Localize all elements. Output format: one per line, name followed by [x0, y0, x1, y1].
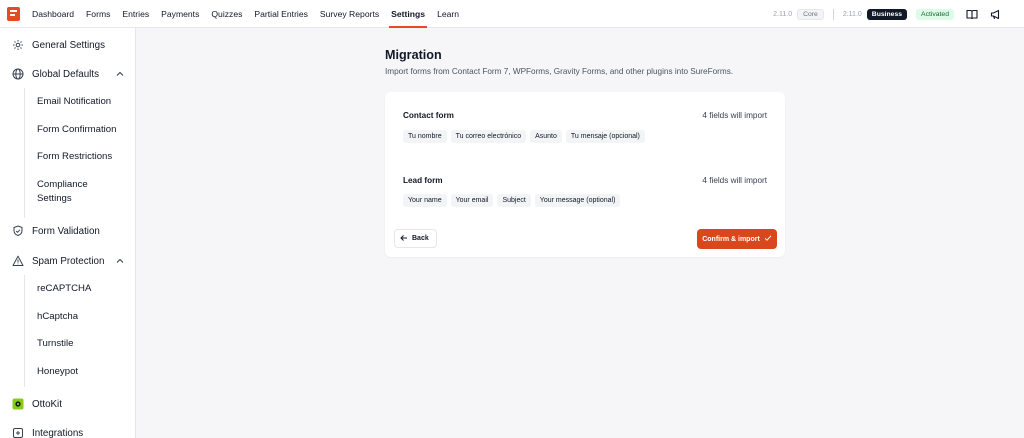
page-title: Migration [385, 48, 442, 62]
field-chip: Tu mensaje (opcional) [565, 130, 645, 143]
submenu-guide-line [24, 275, 25, 387]
submenu-guide-line [24, 88, 25, 218]
top-bar: Dashboard Forms Entries Payments Quizzes… [0, 0, 1024, 28]
sidebar-item-ottokit[interactable]: OttoKit [0, 398, 136, 410]
sidebar-subitem-honeypot[interactable]: Honeypot [37, 365, 78, 379]
integrations-icon [12, 427, 24, 438]
divider [832, 8, 834, 20]
migration-card: Contact form 4 fields will import Tu nom… [385, 92, 785, 257]
field-chips-lead: Your name Your email Subject Your messag… [403, 194, 621, 207]
field-chip: Tu correo electrónico [450, 130, 527, 143]
nav-forms[interactable]: Forms [86, 0, 110, 28]
business-version: 2.11.0 [842, 10, 862, 18]
page-subtitle: Import forms from Contact Form 7, WPForm… [385, 67, 734, 76]
check-icon [764, 234, 772, 244]
nav-quizzes[interactable]: Quizzes [211, 0, 242, 28]
field-chip: Your name [403, 194, 447, 207]
nav-learn[interactable]: Learn [437, 0, 459, 28]
sidebar-item-label: Form Validation [32, 225, 100, 237]
sidebar-subitem-form-confirmation[interactable]: Form Confirmation [37, 123, 116, 137]
chevron-up-icon[interactable] [115, 256, 125, 266]
sidebar-subitem-recaptcha[interactable]: reCAPTCHA [37, 282, 91, 296]
warning-triangle-icon [12, 255, 24, 267]
globe-icon [12, 68, 24, 80]
sidebar-subitem-hcaptcha[interactable]: hCaptcha [37, 310, 78, 324]
sidebar-item-label: OttoKit [32, 398, 62, 410]
form-name-contact: Contact form [403, 111, 454, 120]
main-nav: Dashboard Forms Entries Payments Quizzes… [32, 0, 471, 28]
sidebar-subitem-compliance-settings[interactable]: Compliance Settings [37, 178, 107, 206]
field-chip: Asunto [530, 130, 562, 143]
megaphone-icon[interactable] [990, 8, 1002, 20]
version-info: 2.11.0 Core 2.11.0 Business Activated [773, 0, 1002, 28]
field-chip: Your email [450, 194, 494, 207]
business-badge: Business [866, 8, 908, 20]
field-chips-contact: Tu nombre Tu correo electrónico Asunto T… [403, 130, 645, 143]
field-chip: Your message (optional) [534, 194, 621, 207]
field-count-contact: 4 fields will import [702, 111, 767, 120]
nav-dashboard[interactable]: Dashboard [32, 0, 74, 28]
field-chip: Subject [497, 194, 531, 207]
back-button-label: Back [412, 235, 429, 242]
sidebar-item-label: General Settings [32, 39, 105, 51]
back-button[interactable]: Back [394, 229, 437, 248]
docs-book-icon[interactable] [966, 8, 978, 20]
sidebar-item-label: Spam Protection [32, 255, 105, 267]
core-version: 2.11.0 [773, 10, 793, 18]
sidebar-item-global-defaults[interactable]: Global Defaults [0, 68, 136, 80]
confirm-import-button[interactable]: Confirm & import [697, 229, 777, 249]
shield-check-icon [12, 225, 24, 237]
nav-entries[interactable]: Entries [122, 0, 149, 28]
sidebar-item-spam-protection[interactable]: Spam Protection [0, 255, 136, 267]
sidebar-subitem-turnstile[interactable]: Turnstile [37, 337, 73, 351]
form-name-lead: Lead form [403, 176, 443, 185]
nav-settings[interactable]: Settings [389, 0, 427, 28]
sidebar-item-integrations[interactable]: Integrations [0, 427, 136, 438]
gear-icon [12, 39, 24, 51]
activated-badge: Activated [916, 8, 954, 20]
sidebar-item-label: Integrations [32, 427, 84, 438]
arrow-left-icon [400, 234, 408, 244]
sidebar-item-label: Global Defaults [32, 68, 99, 80]
confirm-button-label: Confirm & import [702, 235, 760, 243]
sidebar-item-form-validation[interactable]: Form Validation [0, 225, 136, 237]
core-badge: Core [797, 8, 824, 20]
sidebar-item-general-settings[interactable]: General Settings [0, 39, 136, 51]
sidebar-subitem-form-restrictions[interactable]: Form Restrictions [37, 150, 112, 164]
nav-payments[interactable]: Payments [161, 0, 199, 28]
field-count-lead: 4 fields will import [702, 176, 767, 185]
nav-partial-entries[interactable]: Partial Entries [254, 0, 308, 28]
nav-survey-reports[interactable]: Survey Reports [320, 0, 379, 28]
settings-sidebar: General Settings Global Defaults Email N… [0, 28, 136, 438]
sidebar-subitem-email-notification[interactable]: Email Notification [37, 95, 111, 109]
sureforms-logo-icon[interactable] [7, 6, 20, 21]
field-chip: Tu nombre [403, 130, 447, 143]
ottokit-icon [12, 398, 24, 410]
chevron-up-icon[interactable] [115, 69, 125, 79]
